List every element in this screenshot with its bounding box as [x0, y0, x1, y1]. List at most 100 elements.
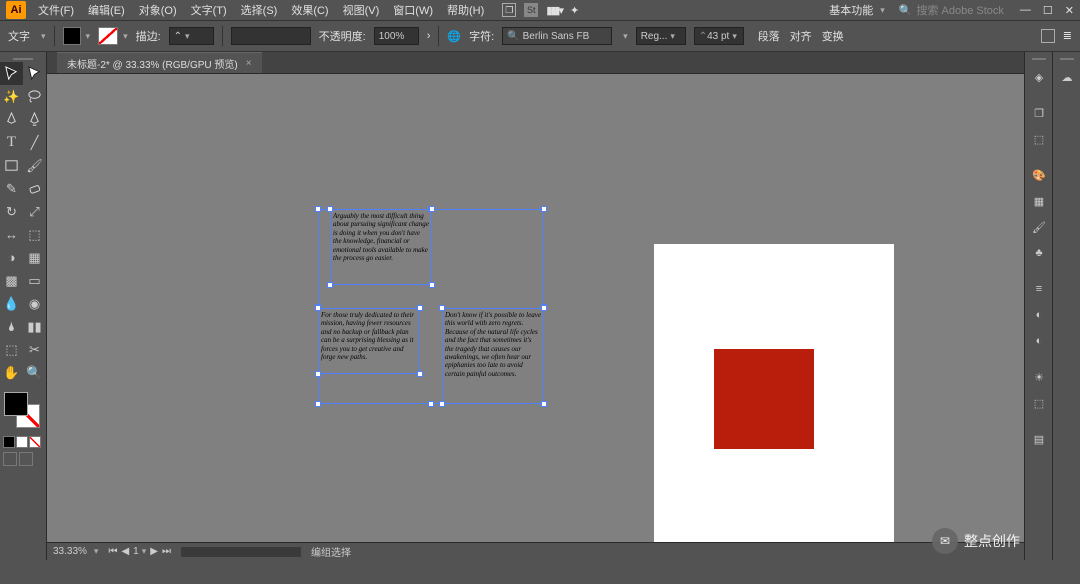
paintbrush-tool[interactable]: 🖌 — [23, 154, 46, 177]
nav-last[interactable]: ⏭ — [162, 546, 171, 557]
menu-view[interactable]: 视图(V) — [337, 0, 386, 20]
stroke-swatch[interactable] — [98, 27, 128, 45]
width-tool[interactable]: ↔ — [0, 223, 23, 246]
lasso-tool[interactable] — [23, 85, 46, 108]
opacity-dd[interactable]: › — [427, 30, 431, 42]
zoom-level-dd[interactable]: 33.33% — [53, 546, 98, 557]
canvas[interactable]: Arguably the most difficult thing about … — [47, 74, 1024, 542]
align-link[interactable]: 对齐 — [790, 28, 812, 44]
none-mode[interactable] — [29, 436, 41, 448]
red-rectangle-shape[interactable] — [714, 349, 814, 449]
artboard[interactable] — [654, 244, 894, 542]
gpu-icon[interactable]: ✦ — [570, 4, 579, 17]
screen-mode[interactable] — [19, 452, 33, 466]
menu-help[interactable]: 帮助(H) — [441, 0, 490, 20]
swatches-panel-icon[interactable]: ▦ — [1025, 188, 1053, 214]
text-frame-1[interactable]: Arguably the most difficult thing about … — [330, 209, 432, 285]
stroke-panel-icon[interactable]: ≡ — [1025, 276, 1053, 302]
nav-first[interactable]: ⏮ — [108, 546, 117, 557]
symbol-sprayer-tool[interactable]: 🌢 — [0, 315, 23, 338]
font-style-dd[interactable]: Reg... — [636, 27, 686, 45]
nav-prev[interactable]: ◀ — [121, 546, 129, 557]
line-tool[interactable]: ╱ — [23, 131, 46, 154]
pen-tool[interactable] — [0, 108, 23, 131]
perspective-tool[interactable]: ▦ — [23, 246, 46, 269]
layers-icon[interactable]: ◈ — [1025, 64, 1053, 90]
text-frame-2[interactable]: For those truly dedicated to their missi… — [318, 308, 420, 374]
type-tool[interactable]: T — [0, 131, 23, 154]
font-size-dd[interactable]: ⌃ 43 pt — [694, 27, 744, 45]
nav-index[interactable]: 1 — [133, 546, 146, 557]
eyedropper-tool[interactable]: 💧 — [0, 292, 23, 315]
horizontal-scrollbar[interactable] — [181, 547, 301, 557]
document-tab[interactable]: 未标题-2* @ 33.33% (RGB/GPU 预览) × — [57, 52, 262, 73]
tab-close-icon[interactable]: × — [246, 58, 252, 69]
stroke-weight-input[interactable]: ⌃ — [169, 27, 214, 45]
rectangle-tool[interactable] — [0, 154, 23, 177]
shaper-tool[interactable]: ✎ — [0, 177, 23, 200]
rotate-tool[interactable]: ↻ — [0, 200, 23, 223]
menu-object[interactable]: 对象(O) — [133, 0, 183, 20]
menu-file[interactable]: 文件(F) — [32, 0, 80, 20]
tool-mode-dd[interactable] — [38, 30, 46, 42]
font-family-chev[interactable] — [620, 30, 628, 42]
menu-select[interactable]: 选择(S) — [235, 0, 284, 20]
transform-link[interactable]: 变换 — [822, 28, 844, 44]
appearance-panel-icon[interactable]: ☀ — [1025, 364, 1053, 390]
direct-selection-tool[interactable] — [23, 62, 46, 85]
menu-window[interactable]: 窗口(W) — [387, 0, 439, 20]
transparency-panel-icon[interactable]: ◐ — [1025, 328, 1053, 354]
asset-export-icon[interactable]: ⬚ — [1025, 126, 1053, 152]
mesh-tool[interactable]: ▩ — [0, 269, 23, 292]
color-panel-icon[interactable]: 🎨 — [1025, 162, 1053, 188]
graphic-styles-icon[interactable]: ⬚ — [1025, 390, 1053, 416]
opacity-input[interactable]: 100% — [374, 27, 419, 45]
brush-preset[interactable] — [231, 27, 311, 45]
align-panel-icon[interactable]: ▤ — [1025, 426, 1053, 452]
fill-stroke-indicator[interactable] — [0, 390, 46, 434]
symbols-panel-icon[interactable]: ♣ — [1025, 240, 1053, 266]
gradient-mode[interactable] — [16, 436, 28, 448]
hand-tool[interactable]: ✋ — [0, 361, 23, 384]
shape-builder-tool[interactable]: ◑ — [0, 246, 23, 269]
search-adobe-stock[interactable]: 🔍 搜索 Adobe Stock — [893, 0, 1010, 20]
fill-swatch[interactable] — [63, 27, 91, 45]
selection-tool[interactable] — [0, 62, 23, 85]
free-transform-tool[interactable]: ⬚ — [23, 223, 46, 246]
menu-edit[interactable]: 编辑(E) — [82, 0, 131, 20]
artboards-icon[interactable]: ❐ — [1025, 100, 1053, 126]
draw-normal[interactable] — [3, 452, 17, 466]
recolor-icon[interactable]: 🌐 — [447, 30, 461, 43]
menu-effect[interactable]: 效果(C) — [285, 0, 334, 20]
minimize-button[interactable]: — — [1020, 4, 1031, 17]
snap-grid-icon[interactable] — [1041, 29, 1055, 43]
menu-type[interactable]: 文字(T) — [185, 0, 233, 20]
column-graph-tool[interactable]: ▮▮ — [23, 315, 46, 338]
zoom-tool[interactable]: 🔍 — [23, 361, 46, 384]
libraries-icon[interactable]: ☁ — [1053, 64, 1080, 90]
st-icon[interactable]: St — [524, 3, 538, 17]
magic-wand-tool[interactable]: ✨ — [0, 85, 23, 108]
nav-next[interactable]: ▶ — [150, 546, 158, 557]
eraser-tool[interactable] — [23, 177, 46, 200]
paragraph-link[interactable]: 段落 — [758, 28, 780, 44]
wechat-icon: ✉ — [932, 528, 958, 554]
arrange-icon[interactable]: ▮▮▮▾ — [546, 4, 562, 17]
font-family-dd[interactable]: 🔍Berlin Sans FB — [502, 27, 612, 45]
gradient-panel-icon[interactable]: ◐ — [1025, 302, 1053, 328]
panel-menu-icon[interactable]: ≣ — [1063, 29, 1072, 43]
stock-icon[interactable]: ❐ — [502, 3, 516, 17]
curvature-tool[interactable] — [23, 108, 46, 131]
scale-tool[interactable]: ⤢ — [23, 200, 46, 223]
slice-tool[interactable]: ✂ — [23, 338, 46, 361]
color-mode[interactable] — [3, 436, 15, 448]
brushes-panel-icon[interactable]: 🖌 — [1025, 214, 1053, 240]
blend-tool[interactable]: ◉ — [23, 292, 46, 315]
text-frame-3[interactable]: Don't know if it's possible to leave thi… — [442, 308, 544, 404]
workspace-switcher[interactable]: 基本功能 — [821, 0, 893, 20]
artboard-tool[interactable]: ⬚ — [0, 338, 23, 361]
maximize-button[interactable]: ☐ — [1043, 4, 1053, 17]
fill-color[interactable] — [4, 392, 28, 416]
gradient-tool[interactable]: ▭ — [23, 269, 46, 292]
close-button[interactable]: ✕ — [1065, 4, 1074, 17]
